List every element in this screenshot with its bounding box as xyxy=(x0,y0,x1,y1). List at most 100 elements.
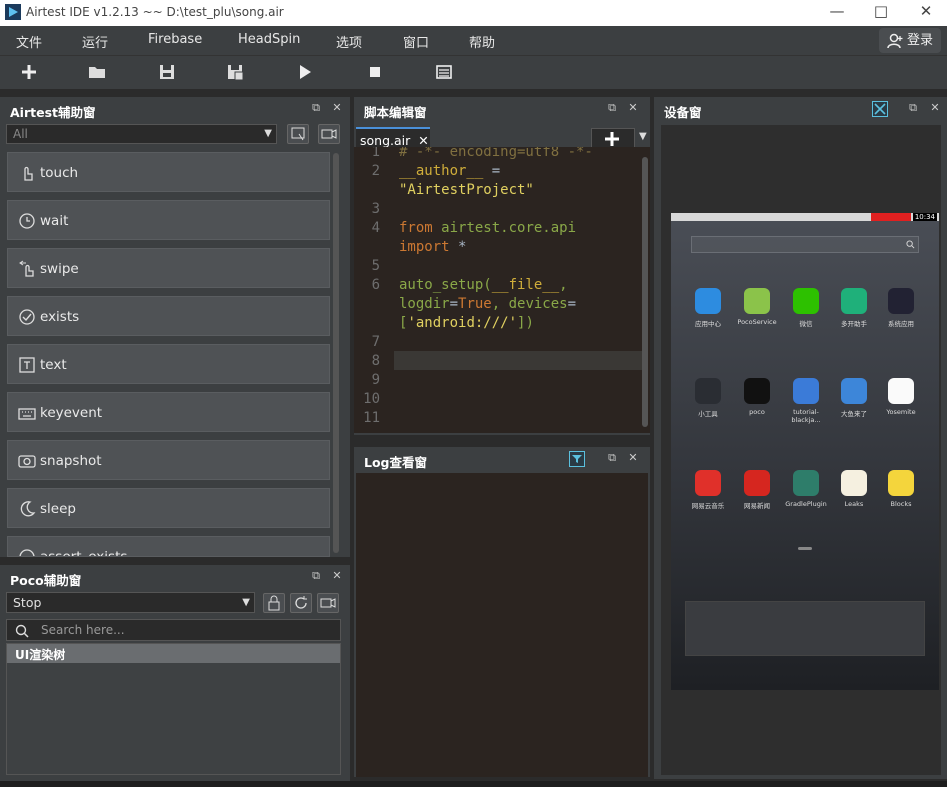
api-text-button[interactable]: text xyxy=(7,344,330,384)
api-wait-button[interactable]: wait xyxy=(7,200,330,240)
code-area[interactable]: 1 # -*- encoding=utf8 -*- 2 __author__ =… xyxy=(354,147,650,433)
api-swipe-button[interactable]: swipe xyxy=(7,248,330,288)
app-icon-11[interactable]: 网易新闻 xyxy=(732,470,782,510)
menu-firebase[interactable]: Firebase xyxy=(148,32,202,47)
text-icon xyxy=(19,357,35,373)
keyboard-icon xyxy=(18,408,36,420)
api-list-scrollbar[interactable] xyxy=(333,153,339,553)
select-region-button[interactable] xyxy=(287,124,309,144)
status-bar-alert xyxy=(871,213,911,221)
float-icon[interactable]: ⧉ xyxy=(310,102,322,114)
menu-help[interactable]: 帮助 xyxy=(469,32,495,51)
add-tab-button[interactable]: ▼ xyxy=(591,128,647,148)
app-icon-12[interactable]: GradlePlugin xyxy=(781,470,831,508)
api-touch-button[interactable]: touch xyxy=(7,152,330,192)
maximize-button[interactable]: □ xyxy=(870,2,892,22)
app-icon-graphic xyxy=(695,378,721,404)
chevron-down-icon[interactable]: ▼ xyxy=(639,131,647,142)
menu-headspin[interactable]: HeadSpin xyxy=(238,32,300,47)
phone-search-bar[interactable] xyxy=(691,236,919,253)
api-keyevent-button[interactable]: keyevent xyxy=(7,392,330,432)
new-icon[interactable] xyxy=(20,63,38,81)
app-label: Blocks xyxy=(890,500,912,508)
close-panel-icon[interactable]: ✕ xyxy=(929,102,941,114)
refresh-button[interactable] xyxy=(290,593,312,613)
app-icon-9[interactable]: Yosemite xyxy=(876,378,926,416)
api-filter-select[interactable]: All ▼ xyxy=(6,124,277,144)
app-icon-7[interactable]: tutorial-blackja... xyxy=(781,378,831,424)
tools-icon[interactable] xyxy=(872,101,888,117)
close-tab-icon[interactable]: ✕ xyxy=(418,133,428,148)
filter-icon[interactable] xyxy=(569,451,585,467)
app-label: 网易新闻 xyxy=(744,502,770,510)
app-logo-icon xyxy=(5,4,21,20)
tab-label: song.air xyxy=(360,133,411,148)
app-icon-14[interactable]: Blocks xyxy=(876,470,926,508)
minimize-button[interactable]: — xyxy=(826,2,848,22)
status-clock: 10:34 xyxy=(912,213,937,221)
page-indicator xyxy=(798,547,812,550)
log-list-icon[interactable] xyxy=(435,63,453,81)
api-filter-value: All xyxy=(13,127,28,141)
app-icon-graphic xyxy=(793,288,819,314)
status-strip xyxy=(0,781,947,787)
menu-options[interactable]: 选项 xyxy=(336,32,362,51)
save-icon[interactable] xyxy=(158,63,176,81)
target-icon xyxy=(19,549,35,556)
line-number: 9 xyxy=(371,372,380,388)
save-as-icon[interactable] xyxy=(226,63,244,81)
ui-tree-root[interactable]: UI渲染树 xyxy=(7,644,340,663)
status-bar: 10:34 xyxy=(671,213,939,221)
app-icon-2[interactable]: 微信 xyxy=(781,288,831,328)
poco-mode-value: Stop xyxy=(13,595,42,610)
api-snapshot-button[interactable]: snapshot xyxy=(7,440,330,480)
app-icon-6[interactable]: poco xyxy=(732,378,782,416)
app-icon-10[interactable]: 网易云音乐 xyxy=(683,470,733,510)
app-icon-graphic xyxy=(744,378,770,404)
api-assert-exists-button[interactable]: assert_exists xyxy=(7,536,330,557)
run-icon[interactable] xyxy=(296,63,314,81)
app-icon-0[interactable]: 应用中心 xyxy=(683,288,733,328)
app-label: 网易云音乐 xyxy=(691,502,725,510)
close-panel-icon[interactable]: ✕ xyxy=(627,452,639,464)
menu-file[interactable]: 文件 xyxy=(16,32,42,51)
stop-icon[interactable] xyxy=(366,63,384,81)
app-label: Leaks xyxy=(844,500,864,508)
open-folder-icon[interactable] xyxy=(88,63,106,81)
device-screen[interactable]: 10:34 应用中心 PocoService 微信 多开助手 系统应用小工具 poco tu… xyxy=(671,213,939,690)
lock-button[interactable] xyxy=(263,593,285,613)
app-icon-13[interactable]: Leaks xyxy=(829,470,879,508)
float-icon[interactable]: ⧉ xyxy=(907,102,919,114)
app-icon-3[interactable]: 多开助手 xyxy=(829,288,879,328)
code-line-4b: import * xyxy=(399,239,467,255)
app-icon-graphic xyxy=(841,378,867,404)
app-label: Yosemite xyxy=(886,408,916,416)
api-sleep-button[interactable]: sleep xyxy=(7,488,330,528)
poco-search-input[interactable]: Search here... xyxy=(6,619,341,641)
app-label: PocoService xyxy=(737,318,777,326)
float-icon[interactable]: ⧉ xyxy=(310,570,322,582)
app-icon-5[interactable]: 小工具 xyxy=(683,378,733,418)
close-panel-icon[interactable]: ✕ xyxy=(627,102,639,114)
app-icon-graphic xyxy=(695,288,721,314)
line-number: 6 xyxy=(371,277,380,293)
login-button[interactable]: 登录 xyxy=(879,28,941,53)
app-icon-1[interactable]: PocoService xyxy=(732,288,782,326)
close-panel-icon[interactable]: ✕ xyxy=(331,570,343,582)
code-scrollbar[interactable] xyxy=(642,157,648,427)
close-panel-icon[interactable]: ✕ xyxy=(331,102,343,114)
record-button[interactable] xyxy=(318,124,340,144)
app-icon-8[interactable]: 大鱼来了 xyxy=(829,378,879,418)
menu-run[interactable]: 运行 xyxy=(82,32,108,51)
float-icon[interactable]: ⧉ xyxy=(606,452,618,464)
api-exists-button[interactable]: exists xyxy=(7,296,330,336)
poco-record-button[interactable] xyxy=(317,593,339,613)
app-icon-4[interactable]: 系统应用 xyxy=(876,288,926,328)
poco-mode-select[interactable]: Stop ▼ xyxy=(6,592,255,613)
float-icon[interactable]: ⧉ xyxy=(606,102,618,114)
line-number: 10 xyxy=(363,391,380,407)
menu-window[interactable]: 窗口 xyxy=(403,32,429,51)
close-window-button[interactable]: ✕ xyxy=(915,2,937,22)
log-panel-title: Log查看窗 xyxy=(364,455,428,470)
log-panel-header: Log查看窗 ⧉ ✕ xyxy=(354,447,650,470)
